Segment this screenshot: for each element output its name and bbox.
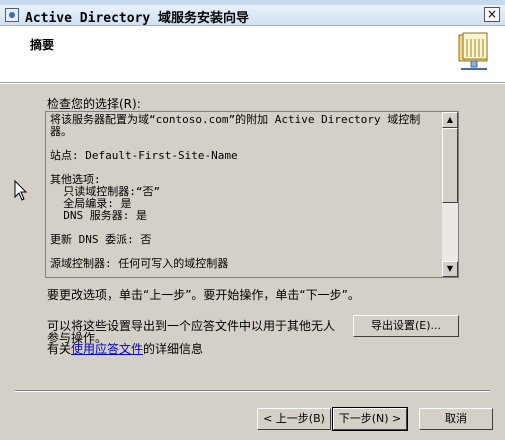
review-textbox[interactable]: 将该服务器配置为域“contoso.com”的附加 Active Directo… <box>45 111 459 278</box>
more-info-prefix: 有关 <box>47 342 72 356</box>
title-bar[interactable]: Active Directory 域服务安装向导 × <box>0 5 505 26</box>
instructions-text: 要更改选项，单击“上一步”。要开始操作，单击“下一步”。 <box>47 288 360 302</box>
review-scrollbar[interactable]: ▲ ▼ <box>442 112 458 277</box>
mouse-pointer-icon <box>14 180 28 201</box>
review-text: 将该服务器配置为域“contoso.com”的附加 Active Directo… <box>50 113 421 270</box>
book-icon <box>458 32 488 70</box>
scroll-thumb[interactable] <box>442 128 458 203</box>
cancel-button[interactable]: 取消 <box>419 408 493 430</box>
back-button[interactable]: < 上一步(B) <box>257 408 331 430</box>
scroll-up-icon[interactable]: ▲ <box>442 112 458 128</box>
next-button[interactable]: 下一步(N) > <box>332 407 408 431</box>
wizard-body: 检查您的选择(R): 将该服务器配置为域“contoso.com”的附加 Act… <box>0 84 505 440</box>
scroll-down-icon[interactable]: ▼ <box>442 261 458 277</box>
export-settings-button[interactable]: 导出设置(E)... <box>353 315 459 337</box>
close-button[interactable]: × <box>484 7 500 22</box>
wizard-header: 摘要 <box>0 26 505 83</box>
bottom-separator <box>15 390 490 392</box>
answer-file-link[interactable]: 使用应答文件 <box>71 342 143 356</box>
window-title: Active Directory 域服务安装向导 <box>25 11 250 26</box>
review-label: 检查您的选择(R): <box>47 97 141 111</box>
more-info-text: 有关使用应答文件的详细信息 <box>47 340 203 357</box>
more-info-suffix: 的详细信息 <box>143 342 204 356</box>
page-title: 摘要 <box>30 38 55 52</box>
app-icon <box>5 8 19 22</box>
